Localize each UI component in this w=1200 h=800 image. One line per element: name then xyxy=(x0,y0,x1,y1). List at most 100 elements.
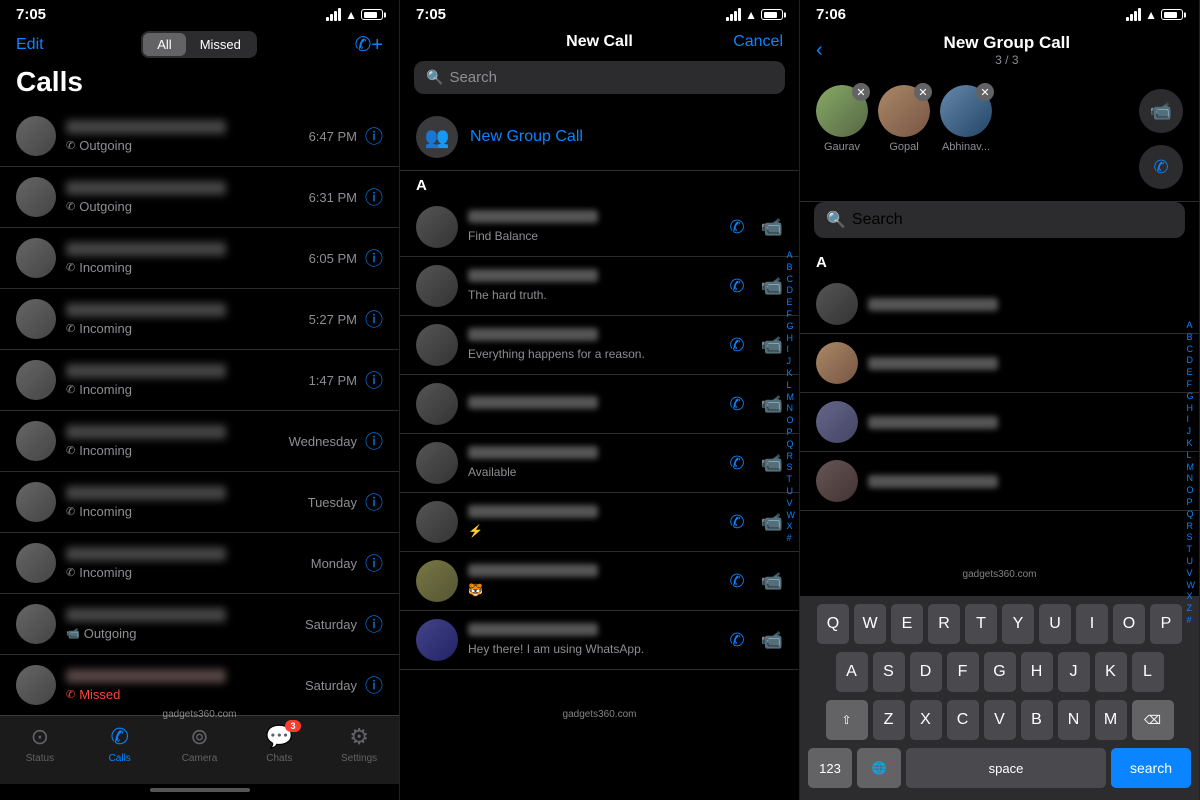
info-button[interactable]: ⓘ xyxy=(365,367,383,393)
list-item[interactable]: Everything happens for a reason. ✆📹 xyxy=(400,316,799,375)
list-item[interactable]: The hard truth. ✆📹 xyxy=(400,257,799,316)
info-button[interactable]: ⓘ xyxy=(365,489,383,515)
alpha-c[interactable]: C xyxy=(787,274,796,285)
video-call-button[interactable]: 📹 xyxy=(761,335,783,356)
alpha-l[interactable]: L xyxy=(1187,450,1196,461)
info-button[interactable]: ⓘ xyxy=(365,672,383,698)
alpha-v[interactable]: V xyxy=(1187,568,1196,579)
key-y[interactable]: Y xyxy=(1002,604,1034,644)
call-button[interactable]: ✆ xyxy=(729,571,744,592)
key-m[interactable]: M xyxy=(1095,700,1127,740)
alpha-s[interactable]: S xyxy=(1187,532,1196,543)
alpha-s[interactable]: S xyxy=(787,462,796,473)
tab-all[interactable]: All xyxy=(143,33,185,56)
ngc-search-bar[interactable]: 🔍 Search xyxy=(814,202,1185,238)
list-item[interactable]: ✆📹 xyxy=(400,375,799,434)
alpha-d[interactable]: D xyxy=(787,285,796,296)
call-button[interactable]: ✆ xyxy=(729,276,744,297)
key-x[interactable]: X xyxy=(910,700,942,740)
list-item[interactable] xyxy=(800,334,1199,393)
alpha-h[interactable]: H xyxy=(1187,403,1196,414)
num-key[interactable]: 123 xyxy=(808,748,852,788)
tab-settings[interactable]: ⚙ Settings xyxy=(319,724,399,764)
key-r[interactable]: R xyxy=(928,604,960,644)
alpha-w[interactable]: W xyxy=(787,510,796,521)
key-w[interactable]: W xyxy=(854,604,886,644)
alpha-n[interactable]: N xyxy=(1187,473,1196,484)
alpha-p[interactable]: P xyxy=(787,427,796,438)
info-button[interactable]: ⓘ xyxy=(365,550,383,576)
alpha-a[interactable]: A xyxy=(787,250,796,261)
key-p[interactable]: P xyxy=(1150,604,1182,644)
key-g[interactable]: G xyxy=(984,652,1016,692)
alpha-n[interactable]: N xyxy=(787,403,796,414)
list-item[interactable]: Find Balance ✆📹 xyxy=(400,198,799,257)
cancel-button[interactable]: Cancel xyxy=(733,33,783,51)
alpha-hash[interactable]: # xyxy=(787,533,796,544)
tab-calls[interactable]: ✆ Calls xyxy=(80,724,160,764)
emoji-key[interactable]: 🌐 xyxy=(857,748,901,788)
tab-camera[interactable]: ⊚ Camera xyxy=(160,724,240,764)
key-o[interactable]: O xyxy=(1113,604,1145,644)
alpha-f[interactable]: F xyxy=(1187,379,1196,390)
video-call-button[interactable]: 📹 xyxy=(761,394,783,415)
alpha-q[interactable]: Q xyxy=(1187,509,1196,520)
ngc-alphabet-index[interactable]: A B C D E F G H I J K L M N O P Q R S T … xyxy=(1187,320,1196,626)
alpha-t[interactable]: T xyxy=(1187,544,1196,555)
list-item[interactable] xyxy=(800,275,1199,334)
alphabet-index[interactable]: A B C D E F G H I J K L M N O P Q R S T … xyxy=(787,250,796,544)
call-button[interactable]: ✆ xyxy=(729,217,744,238)
remove-abhinav-button[interactable]: ✕ xyxy=(976,83,994,101)
shift-key[interactable]: ⇧ xyxy=(826,700,868,740)
alpha-g[interactable]: G xyxy=(787,321,796,332)
alpha-l[interactable]: L xyxy=(787,380,796,391)
key-h[interactable]: H xyxy=(1021,652,1053,692)
alpha-z[interactable]: Z xyxy=(1187,603,1196,614)
call-button[interactable]: ✆ xyxy=(729,453,744,474)
alpha-t[interactable]: T xyxy=(787,474,796,485)
audio-call-action-button[interactable]: ✆ xyxy=(1139,145,1183,189)
alpha-x[interactable]: X xyxy=(1187,591,1196,602)
alpha-m[interactable]: M xyxy=(787,392,796,403)
alpha-q[interactable]: Q xyxy=(787,439,796,450)
alpha-j[interactable]: J xyxy=(1187,426,1196,437)
call-button[interactable]: ✆ xyxy=(729,630,744,651)
call-button[interactable]: ✆ xyxy=(729,512,744,533)
key-i[interactable]: I xyxy=(1076,604,1108,644)
search-key[interactable]: search xyxy=(1111,748,1191,788)
key-k[interactable]: K xyxy=(1095,652,1127,692)
video-call-button[interactable]: 📹 xyxy=(761,512,783,533)
alpha-m[interactable]: M xyxy=(1187,462,1196,473)
key-u[interactable]: U xyxy=(1039,604,1071,644)
key-e[interactable]: E xyxy=(891,604,923,644)
alpha-r[interactable]: R xyxy=(787,451,796,462)
key-v[interactable]: V xyxy=(984,700,1016,740)
alpha-e[interactable]: E xyxy=(787,297,796,308)
alpha-v[interactable]: V xyxy=(787,498,796,509)
alpha-o[interactable]: O xyxy=(787,415,796,426)
back-button[interactable]: ‹ xyxy=(816,39,823,62)
alpha-b[interactable]: B xyxy=(787,262,796,273)
key-j[interactable]: J xyxy=(1058,652,1090,692)
alpha-e[interactable]: E xyxy=(1187,367,1196,378)
info-button[interactable]: ⓘ xyxy=(365,184,383,210)
video-call-button[interactable]: 📹 xyxy=(761,453,783,474)
alpha-h[interactable]: H xyxy=(787,333,796,344)
key-d[interactable]: D xyxy=(910,652,942,692)
key-c[interactable]: C xyxy=(947,700,979,740)
key-z[interactable]: Z xyxy=(873,700,905,740)
key-f[interactable]: F xyxy=(947,652,979,692)
alpha-j[interactable]: J xyxy=(787,356,796,367)
alpha-p[interactable]: P xyxy=(1187,497,1196,508)
alpha-r[interactable]: R xyxy=(1187,521,1196,532)
video-call-button[interactable]: 📹 xyxy=(761,571,783,592)
key-s[interactable]: S xyxy=(873,652,905,692)
list-item[interactable]: Available ✆📹 xyxy=(400,434,799,493)
call-button[interactable]: ✆ xyxy=(729,335,744,356)
alpha-b[interactable]: B xyxy=(1187,332,1196,343)
tab-status[interactable]: ⊙ Status xyxy=(0,724,80,764)
info-button[interactable]: ⓘ xyxy=(365,428,383,454)
video-call-action-button[interactable]: 📹 xyxy=(1139,89,1183,133)
key-b[interactable]: B xyxy=(1021,700,1053,740)
alpha-i[interactable]: I xyxy=(1187,414,1196,425)
